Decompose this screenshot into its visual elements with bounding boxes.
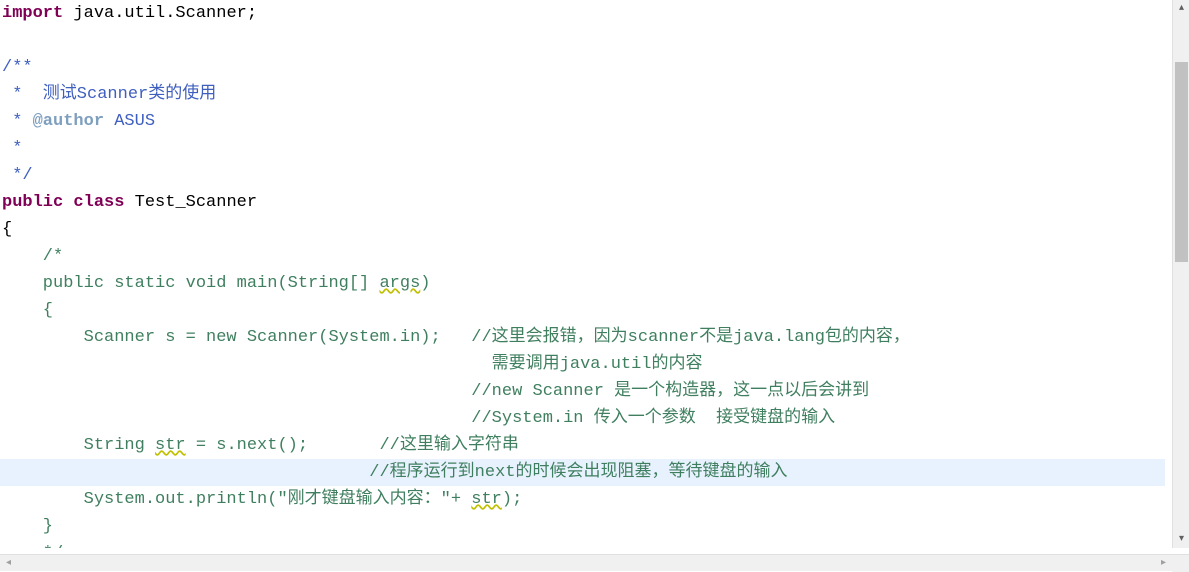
comment-code-str: str bbox=[155, 436, 186, 455]
comment-code: public static void main(String[] bbox=[2, 274, 379, 293]
comment-code-str: str bbox=[471, 490, 502, 509]
comment-code: ) bbox=[420, 274, 430, 293]
code-line[interactable]: /** bbox=[0, 54, 1165, 81]
keyword-class: class bbox=[63, 193, 124, 212]
code-line[interactable]: * bbox=[0, 135, 1165, 162]
code-line[interactable]: String str = s.next(); //这里输入字符串 bbox=[0, 432, 1165, 459]
code-line[interactable]: public static void main(String[] args) bbox=[0, 270, 1165, 297]
block-comment-end: */ bbox=[2, 544, 63, 548]
code-line[interactable]: public class Test_Scanner bbox=[0, 189, 1165, 216]
comment-code: //程序运行到next的时候会出现阻塞，等待键盘的输入 bbox=[2, 463, 787, 482]
comment-code: + bbox=[451, 490, 471, 509]
comment-code: System.out.println( bbox=[2, 490, 277, 509]
code-line[interactable]: Scanner s = new Scanner(System.in); //这里… bbox=[0, 324, 1165, 351]
code-line[interactable]: //System.in 传入一个参数 接受键盘的输入 bbox=[0, 405, 1165, 432]
code-line[interactable]: { bbox=[0, 216, 1165, 243]
scrollbar-thumb[interactable] bbox=[1175, 62, 1188, 262]
scrollbar-track[interactable] bbox=[1173, 17, 1189, 531]
javadoc-end: */ bbox=[2, 166, 33, 185]
code-line[interactable]: * 测试Scanner类的使用 bbox=[0, 81, 1165, 108]
code-editor[interactable]: import java.util.Scanner; /** * 测试Scanne… bbox=[0, 0, 1165, 548]
code-line[interactable]: */ bbox=[0, 162, 1165, 189]
comment-code-args: args bbox=[379, 274, 420, 293]
comment-code: = s.next(); //这里输入字符串 bbox=[186, 436, 519, 455]
code-line[interactable]: { bbox=[0, 297, 1165, 324]
comment-string: "刚才键盘输入内容：" bbox=[277, 490, 450, 509]
code-line[interactable]: import java.util.Scanner; bbox=[0, 0, 1165, 27]
code-text: java.util.Scanner; bbox=[63, 4, 257, 23]
horizontal-scrollbar[interactable]: ◂ ▸ bbox=[0, 554, 1189, 571]
javadoc-prefix: * bbox=[2, 112, 33, 131]
scrollbar-track-horizontal[interactable] bbox=[17, 555, 1155, 572]
comment-code: //new Scanner 是一个构造器，这一点以后会讲到 bbox=[2, 382, 869, 401]
javadoc-start: /** bbox=[2, 58, 33, 77]
comment-code: Scanner s = new Scanner(System.in); //这里… bbox=[2, 328, 910, 347]
comment-code: String bbox=[2, 436, 155, 455]
code-line[interactable]: */ bbox=[0, 540, 1165, 548]
javadoc-line: * bbox=[2, 139, 22, 158]
brace: { bbox=[2, 220, 12, 239]
code-line[interactable]: System.out.println("刚才键盘输入内容："+ str); bbox=[0, 486, 1165, 513]
block-comment-start: /* bbox=[2, 247, 63, 266]
comment-code: } bbox=[2, 517, 53, 536]
code-line[interactable] bbox=[0, 27, 1165, 54]
code-line[interactable]: * @author ASUS bbox=[0, 108, 1165, 135]
comment-code: 需要调用java.util的内容 bbox=[2, 355, 703, 374]
code-line-current[interactable]: //程序运行到next的时候会出现阻塞，等待键盘的输入 bbox=[0, 459, 1165, 486]
comment-code: ); bbox=[502, 490, 522, 509]
scrollbar-down-arrow-icon[interactable]: ▾ bbox=[1173, 531, 1189, 548]
keyword-import: import bbox=[2, 4, 63, 23]
class-name: Test_Scanner bbox=[124, 193, 257, 212]
scrollbar-corner bbox=[1172, 555, 1189, 572]
javadoc-author: ASUS bbox=[104, 112, 155, 131]
code-line[interactable]: /* bbox=[0, 243, 1165, 270]
scrollbar-right-arrow-icon[interactable]: ▸ bbox=[1155, 555, 1172, 572]
keyword-public: public bbox=[2, 193, 63, 212]
javadoc-prefix: * bbox=[2, 85, 33, 104]
javadoc-tag-author: @author bbox=[33, 112, 104, 131]
comment-code: //System.in 传入一个参数 接受键盘的输入 bbox=[2, 409, 835, 428]
javadoc-text: 测试Scanner类的使用 bbox=[33, 85, 217, 104]
vertical-scrollbar[interactable]: ▴ ▾ bbox=[1172, 0, 1189, 548]
code-line[interactable]: //new Scanner 是一个构造器，这一点以后会讲到 bbox=[0, 378, 1165, 405]
scrollbar-up-arrow-icon[interactable]: ▴ bbox=[1173, 0, 1189, 17]
comment-code: { bbox=[2, 301, 53, 320]
code-line[interactable]: 需要调用java.util的内容 bbox=[0, 351, 1165, 378]
code-line[interactable]: } bbox=[0, 513, 1165, 540]
scrollbar-left-arrow-icon[interactable]: ◂ bbox=[0, 555, 17, 572]
